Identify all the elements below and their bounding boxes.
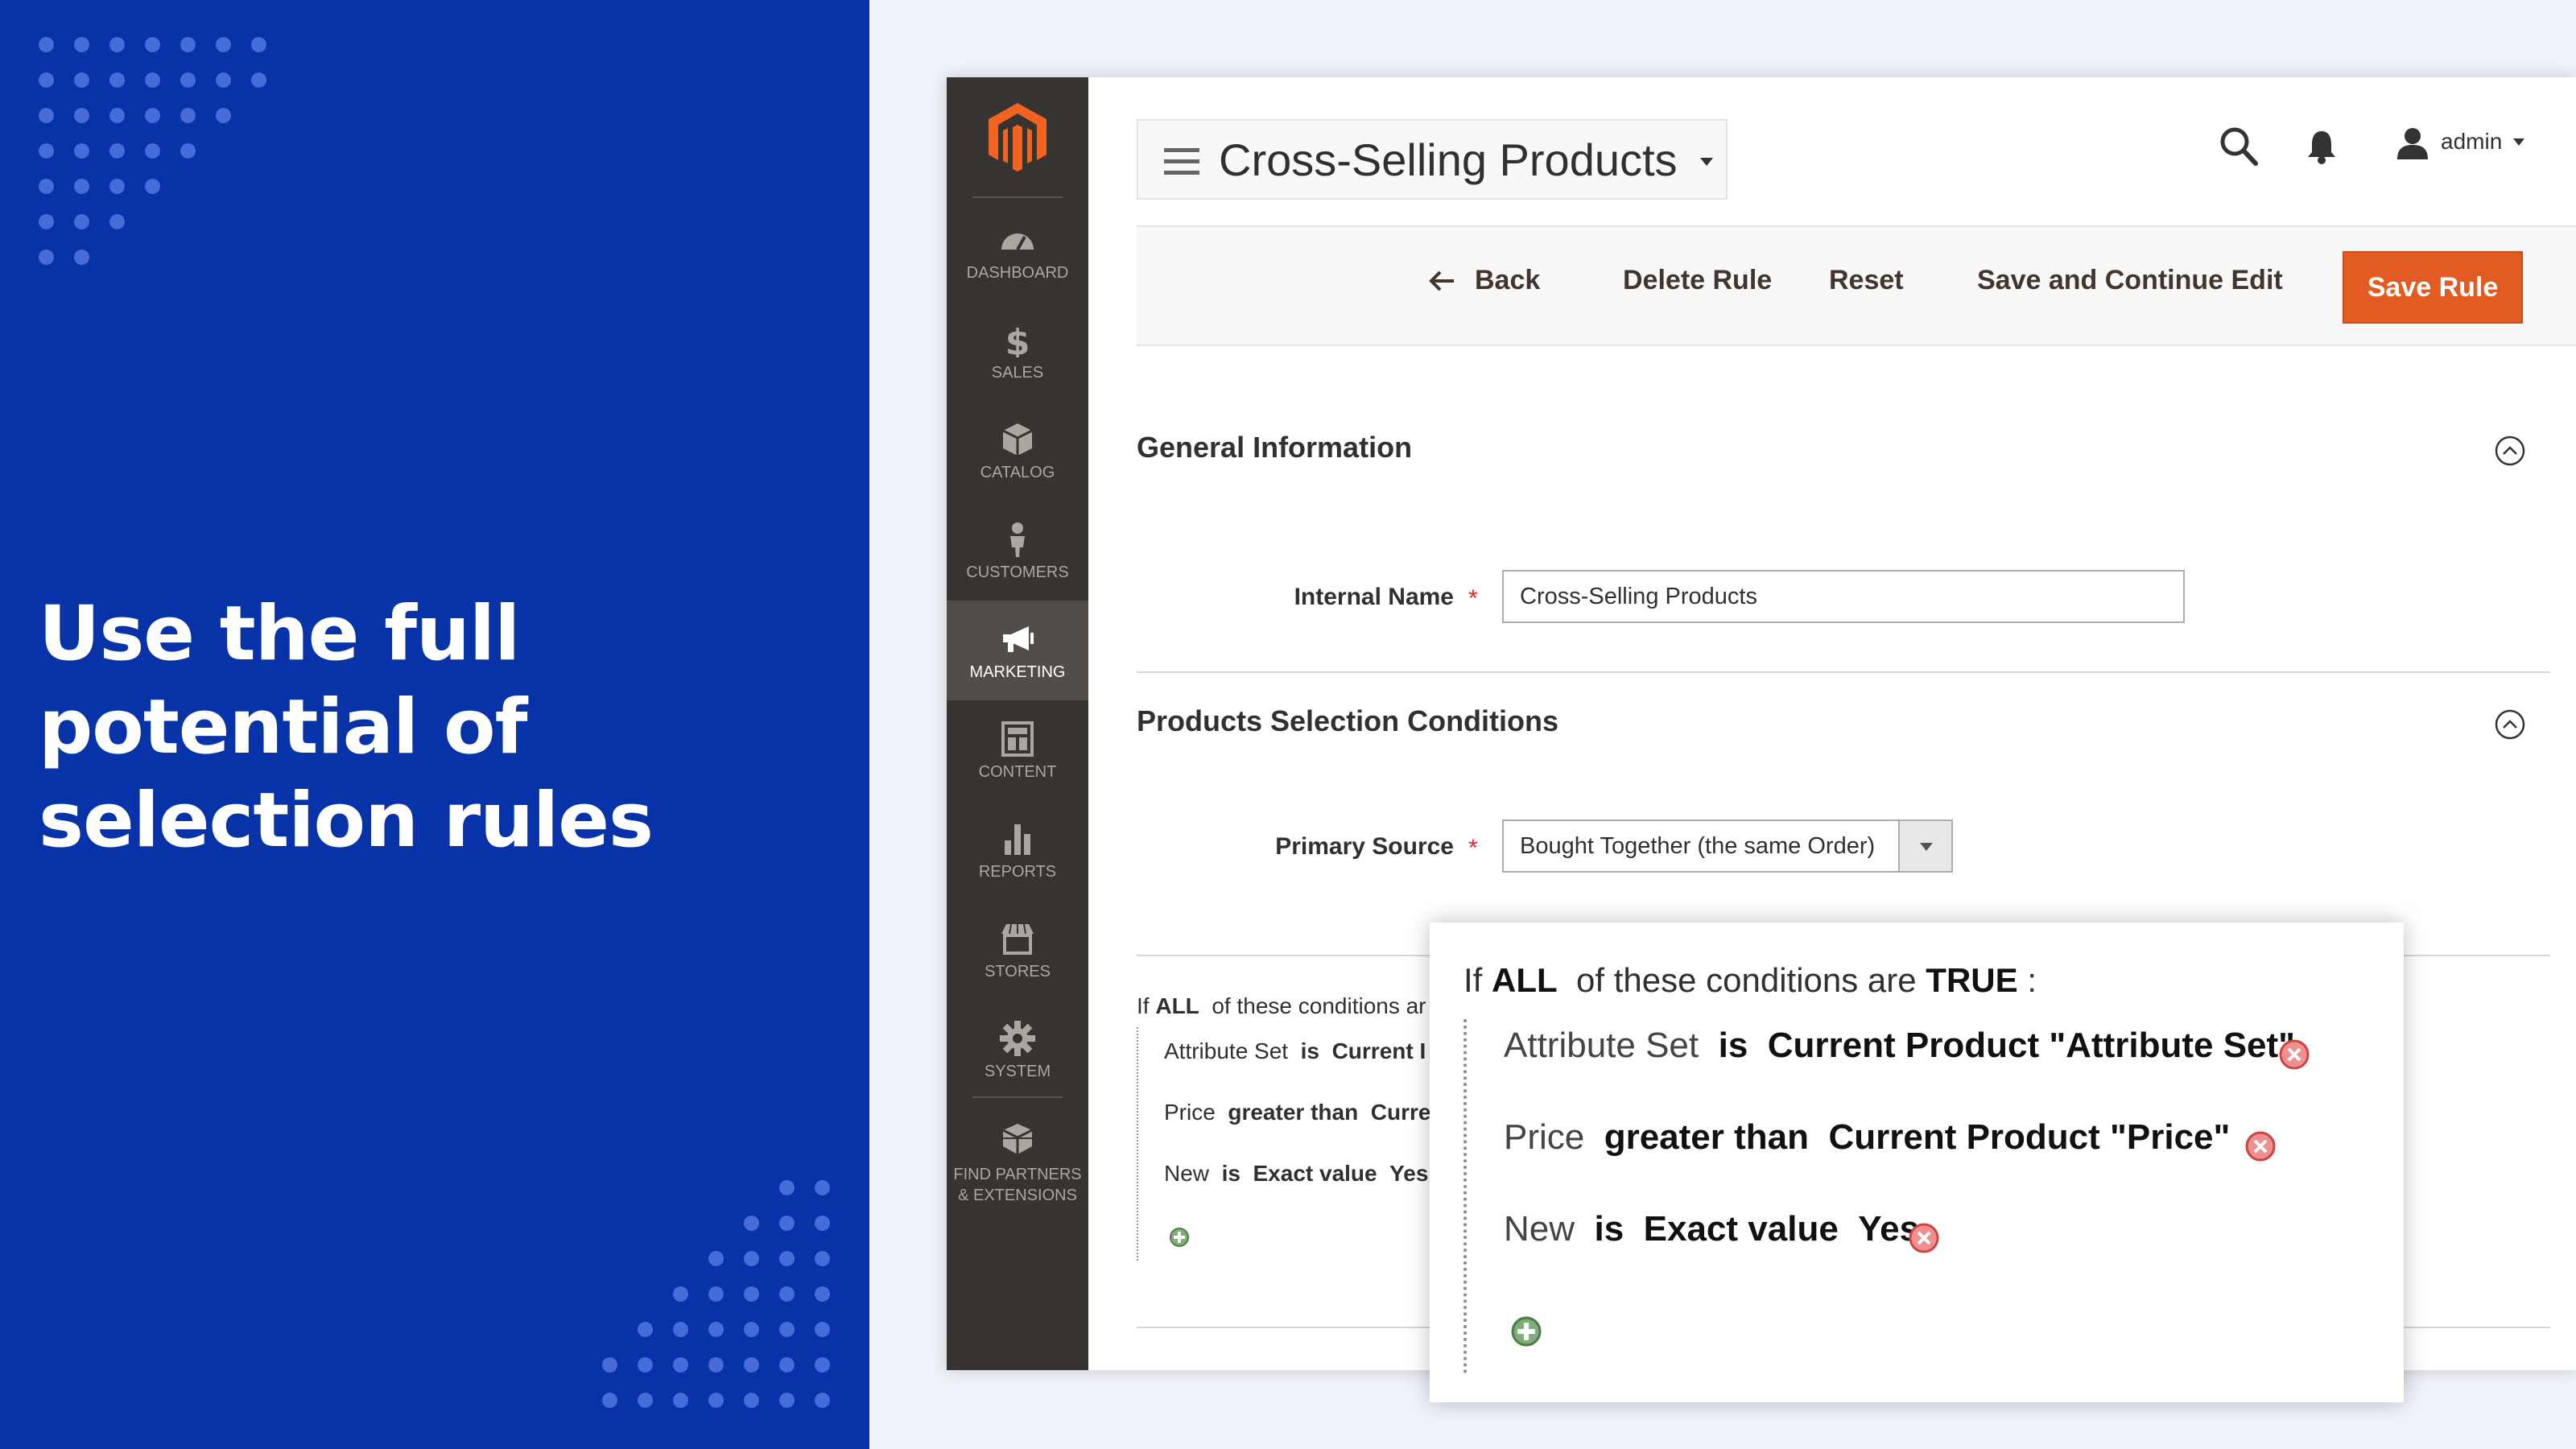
gear-icon bbox=[1000, 1021, 1035, 1056]
section-title-selection[interactable]: Products Selection Conditions bbox=[1137, 702, 1558, 741]
primary-source-label: Primary Source bbox=[1275, 833, 1454, 860]
select-dropdown-button[interactable] bbox=[1898, 821, 1951, 871]
user-menu-name[interactable]: admin bbox=[2441, 127, 2502, 156]
store-icon bbox=[1001, 923, 1034, 955]
condition-row[interactable]: Price greater than Current Product "Pric… bbox=[1504, 1113, 2230, 1162]
arrow-left-icon bbox=[1429, 270, 1454, 291]
chevron-down-icon bbox=[1920, 843, 1933, 851]
sidebar-item-customers[interactable]: CUSTOMERS bbox=[947, 501, 1088, 601]
megaphone-icon bbox=[1003, 626, 1034, 652]
condition-row[interactable]: Attribute Set is Current Product "Attrib… bbox=[1504, 1021, 2295, 1071]
save-and-continue-button[interactable]: Save and Continue Edit bbox=[1977, 261, 2283, 299]
decorative-dots-top bbox=[39, 37, 280, 279]
content-layout-icon bbox=[1001, 721, 1034, 757]
add-condition-icon[interactable] bbox=[1510, 1315, 1542, 1348]
sidebar-item-catalog[interactable]: CATALOG bbox=[947, 401, 1088, 501]
sidebar-divider bbox=[972, 196, 1063, 198]
sidebar-item-dashboard[interactable]: DASHBOARD bbox=[947, 201, 1088, 301]
notification-bell-icon[interactable] bbox=[2306, 129, 2338, 164]
conditions-zoom-card: If ALL of these conditions are TRUE : At… bbox=[1430, 923, 2404, 1402]
condition-row-background[interactable]: Attribute Set is Current I bbox=[1164, 1035, 1426, 1067]
chevron-up-circle-icon[interactable] bbox=[2494, 435, 2526, 467]
required-asterisk: * bbox=[1468, 585, 1478, 612]
customer-person-icon bbox=[1010, 522, 1025, 557]
promo-headline: Use the full potential of selection rule… bbox=[39, 590, 654, 865]
sidebar-item-content[interactable]: CONTENT bbox=[947, 700, 1088, 800]
svg-text:$: $ bbox=[1005, 322, 1030, 357]
remove-condition-icon[interactable] bbox=[2278, 1038, 2310, 1071]
dollar-icon: $ bbox=[1005, 322, 1030, 357]
sidebar-item-find-partners[interactable]: FIND PARTNERS & EXTENSIONS bbox=[947, 1101, 1088, 1222]
decorative-dots-bottom bbox=[602, 1180, 860, 1422]
conditions-header: If ALL of these conditions are TRUE : bbox=[1463, 961, 2037, 999]
user-avatar-icon[interactable] bbox=[2396, 127, 2429, 159]
sidebar-item-sales[interactable]: $ SALES bbox=[947, 301, 1088, 401]
sidebar-item-stores[interactable]: STORES bbox=[947, 900, 1088, 1000]
promo-panel: Use the full potential of selection rule… bbox=[0, 0, 869, 1449]
sidebar-divider bbox=[972, 1096, 1063, 1098]
sidebar-item-marketing[interactable]: MARKETING bbox=[947, 601, 1088, 700]
reset-button[interactable]: Reset bbox=[1829, 261, 1904, 299]
add-condition-icon[interactable] bbox=[1169, 1227, 1190, 1248]
condition-row-background[interactable]: New is Exact value Yes bbox=[1164, 1158, 1428, 1190]
section-divider bbox=[1137, 671, 2550, 673]
condition-row[interactable]: New is Exact value Yes bbox=[1504, 1204, 1919, 1254]
chevron-up-circle-icon[interactable] bbox=[2494, 708, 2526, 741]
primary-source-select[interactable]: Bought Together (the same Order) bbox=[1502, 819, 1953, 873]
section-title-general[interactable]: General Information bbox=[1137, 428, 1412, 467]
admin-sidebar: DASHBOARD $ SALES CATALOG CUSTOMERS MARK… bbox=[947, 77, 1088, 1370]
page-title: Cross-Selling Products bbox=[1219, 134, 1678, 185]
chevron-down-icon bbox=[1700, 158, 1713, 166]
back-button[interactable]: Back bbox=[1428, 261, 1540, 299]
conditions-tree-line bbox=[1137, 1027, 1138, 1261]
sidebar-item-reports[interactable]: REPORTS bbox=[947, 800, 1088, 900]
search-icon[interactable] bbox=[2219, 126, 2259, 167]
internal-name-label: Internal Name bbox=[1294, 584, 1454, 610]
extensions-boxes-icon bbox=[1002, 1124, 1033, 1154]
menu-icon bbox=[1164, 148, 1199, 175]
action-toolbar: Back Delete Rule Reset Save and Continue… bbox=[1137, 225, 2576, 346]
magento-logo-icon[interactable] bbox=[987, 101, 1048, 172]
internal-name-input[interactable]: Cross-Selling Products bbox=[1502, 570, 2185, 623]
remove-condition-icon[interactable] bbox=[2244, 1130, 2277, 1162]
delete-rule-button[interactable]: Delete Rule bbox=[1623, 261, 1772, 299]
bar-chart-icon bbox=[1005, 824, 1030, 855]
condition-row-background[interactable]: Price greater than Curre bbox=[1164, 1096, 1430, 1129]
conditions-tree-line bbox=[1463, 1019, 1467, 1373]
dashboard-icon bbox=[1001, 233, 1034, 250]
sidebar-item-system[interactable]: SYSTEM bbox=[947, 1000, 1088, 1100]
conditions-header-background: If ALL of these conditions ar bbox=[1137, 993, 1426, 1018]
save-rule-button[interactable]: Save Rule bbox=[2343, 251, 2523, 324]
page-title-switcher[interactable]: Cross-Selling Products bbox=[1137, 119, 1728, 200]
catalog-box-icon bbox=[1002, 423, 1033, 456]
required-asterisk: * bbox=[1468, 835, 1478, 861]
chevron-down-icon[interactable] bbox=[2513, 138, 2524, 146]
remove-condition-icon[interactable] bbox=[1908, 1222, 1940, 1254]
